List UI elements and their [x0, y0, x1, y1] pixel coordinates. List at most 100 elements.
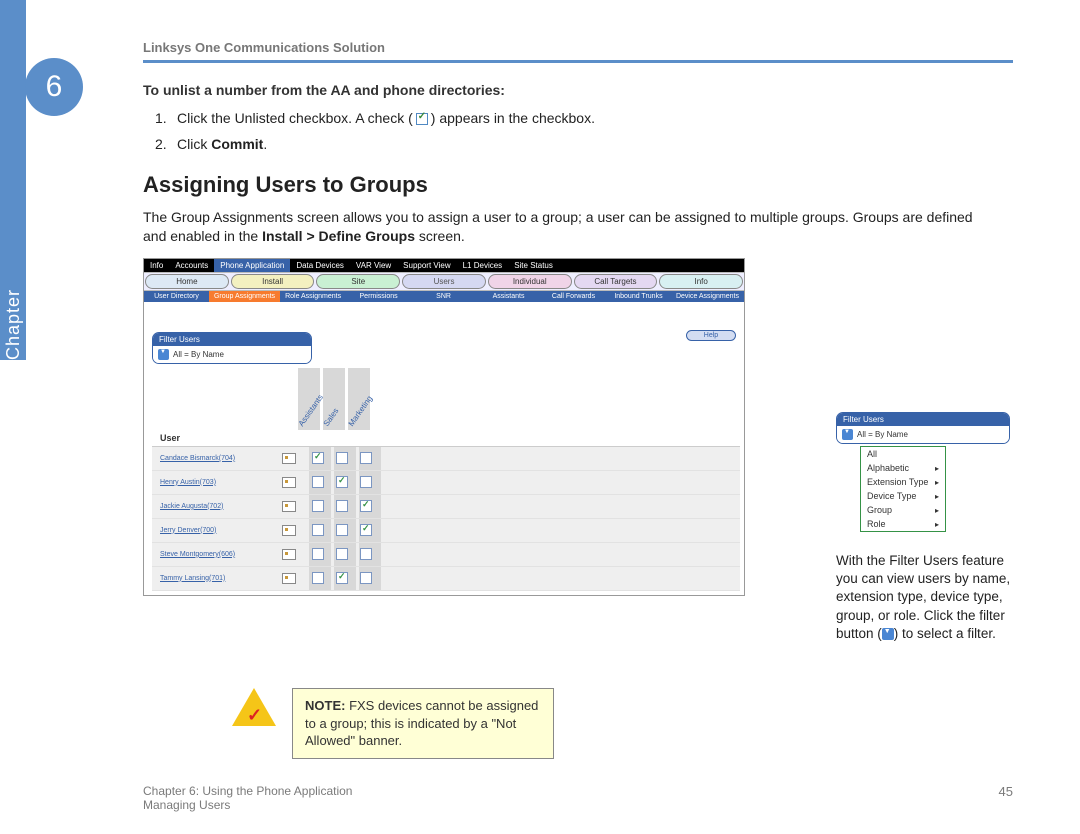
nav-pill[interactable]: Users	[402, 274, 486, 289]
help-button[interactable]: Help	[686, 330, 736, 341]
user-link[interactable]: Jerry Denver(700)	[152, 527, 282, 534]
table-row: Tammy Lansing(701)	[152, 567, 740, 591]
chapter-label: Chapter	[3, 149, 24, 360]
table-row: Jackie Augusta(702)	[152, 495, 740, 519]
filter-value: All = By Name	[173, 350, 224, 359]
nav-pill[interactable]: Individual	[488, 274, 572, 289]
filter-caption: With the Filter Users feature you can vi…	[836, 552, 1011, 643]
subnav-item[interactable]: User Directory	[144, 291, 209, 302]
top-tab[interactable]: Data Devices	[290, 259, 350, 272]
step2-pre: Click	[177, 136, 211, 152]
step1-post: ) appears in the checkbox.	[431, 110, 595, 126]
filter-dropdown-icon[interactable]	[158, 349, 169, 360]
group-checkbox[interactable]	[312, 548, 324, 560]
filter-users-panel[interactable]: Filter Users All = By Name	[152, 332, 312, 364]
filter-menu-item[interactable]: Device Type	[861, 489, 945, 503]
chapter-number-badge: 6	[25, 58, 83, 116]
nav-pill[interactable]: Call Targets	[574, 274, 658, 289]
group-checkbox[interactable]	[336, 572, 348, 584]
filter-menu-item[interactable]: Extension Type	[861, 475, 945, 489]
page-footer: Chapter 6: Using the Phone Application M…	[143, 784, 1013, 812]
sub-nav-row: User DirectoryGroup AssignmentsRole Assi…	[144, 291, 744, 302]
top-tab[interactable]: L1 Devices	[457, 259, 509, 272]
group-checkbox[interactable]	[360, 476, 372, 488]
filter-menu-item[interactable]: Group	[861, 503, 945, 517]
vcard-icon[interactable]	[282, 477, 296, 488]
top-tab[interactable]: Accounts	[169, 259, 214, 272]
para-post: screen.	[415, 228, 465, 244]
filter-button-icon	[882, 628, 894, 640]
group-column: Sales	[323, 368, 345, 430]
side-filter-value: All = By Name	[857, 430, 908, 439]
vcard-icon[interactable]	[282, 453, 296, 464]
nav-pill[interactable]: Info	[659, 274, 743, 289]
side-filter-title: Filter Users	[837, 413, 1009, 426]
group-checkbox[interactable]	[360, 524, 372, 536]
step2-bold: Commit	[211, 136, 263, 152]
subnav-item[interactable]: Permissions	[346, 291, 411, 302]
group-checkbox[interactable]	[360, 572, 372, 584]
subnav-item[interactable]: Role Assignments	[280, 291, 346, 302]
user-link[interactable]: Jackie Augusta(702)	[152, 503, 282, 510]
top-tab[interactable]: Site Status	[508, 259, 559, 272]
side-filter-panel[interactable]: Filter Users All = By Name	[836, 412, 1010, 444]
group-checkbox[interactable]	[312, 500, 324, 512]
nav-pill[interactable]: Home	[145, 274, 229, 289]
filter-body[interactable]: All = By Name	[153, 346, 311, 363]
top-tab[interactable]: Phone Application	[214, 259, 290, 272]
step1-pre: Click the Unlisted checkbox. A check (	[177, 110, 413, 126]
group-checkbox[interactable]	[360, 548, 372, 560]
vcard-icon[interactable]	[282, 525, 296, 536]
list-number: 1.	[155, 110, 177, 126]
filter-menu-item[interactable]: Role	[861, 517, 945, 531]
filter-title: Filter Users	[153, 333, 311, 346]
subheading: To unlist a number from the AA and phone…	[143, 82, 993, 98]
vcard-icon[interactable]	[282, 501, 296, 512]
caption-post: ) to select a filter.	[894, 626, 996, 641]
user-link[interactable]: Henry Austin(703)	[152, 479, 282, 486]
group-checkbox[interactable]	[336, 524, 348, 536]
group-checkbox[interactable]	[312, 476, 324, 488]
subnav-item[interactable]: Group Assignments	[209, 291, 280, 302]
subnav-item[interactable]: Device Assignments	[671, 291, 744, 302]
group-checkbox[interactable]	[312, 572, 324, 584]
top-tab[interactable]: Info	[144, 259, 169, 272]
user-table: Candace Bismarck(704) Henry Austin(703) Ja…	[152, 447, 740, 591]
subnav-item[interactable]: Assistants	[476, 291, 541, 302]
top-tab[interactable]: Support View	[397, 259, 456, 272]
group-checkbox[interactable]	[336, 452, 348, 464]
user-link[interactable]: Tammy Lansing(701)	[152, 575, 282, 582]
vcard-icon[interactable]	[282, 549, 296, 560]
nav-pill[interactable]: Install	[231, 274, 315, 289]
group-checkbox[interactable]	[312, 452, 324, 464]
vcard-icon[interactable]	[282, 573, 296, 584]
group-checkbox[interactable]	[312, 524, 324, 536]
side-filter-body[interactable]: All = By Name	[837, 426, 1009, 443]
group-checkbox[interactable]	[336, 548, 348, 560]
group-checkbox[interactable]	[336, 476, 348, 488]
filter-menu[interactable]: AllAlphabeticExtension TypeDevice TypeGr…	[860, 446, 946, 532]
nav-pill[interactable]: Site	[316, 274, 400, 289]
filter-menu-item[interactable]: Alphabetic	[861, 461, 945, 475]
group-checkbox[interactable]	[336, 500, 348, 512]
group-checkbox[interactable]	[360, 452, 372, 464]
top-tab[interactable]: VAR View	[350, 259, 397, 272]
filter-menu-item[interactable]: All	[861, 447, 945, 461]
chapter-tab: Chapter	[0, 0, 26, 360]
section-paragraph: The Group Assignments screen allows you …	[143, 208, 993, 246]
subnav-item[interactable]: Call Forwards	[541, 291, 606, 302]
list-item-2: 2. Click Commit.	[155, 136, 993, 152]
group-label: Marketing	[347, 394, 375, 428]
user-link[interactable]: Steve Montgomery(606)	[152, 551, 282, 558]
checkmark-icon	[416, 113, 428, 125]
filter-dropdown-icon[interactable]	[842, 429, 853, 440]
list-item-1: 1. Click the Unlisted checkbox. A check …	[155, 110, 993, 126]
user-link[interactable]: Candace Bismarck(704)	[152, 455, 282, 462]
note-block: ✓ NOTE: FXS devices cannot be assigned t…	[232, 688, 554, 759]
group-checkbox[interactable]	[360, 500, 372, 512]
user-column-header: User	[152, 430, 740, 447]
subnav-item[interactable]: SNR	[411, 291, 476, 302]
table-row: Steve Montgomery(606)	[152, 543, 740, 567]
footer-section: Managing Users	[143, 798, 352, 812]
subnav-item[interactable]: Inbound Trunks	[606, 291, 671, 302]
